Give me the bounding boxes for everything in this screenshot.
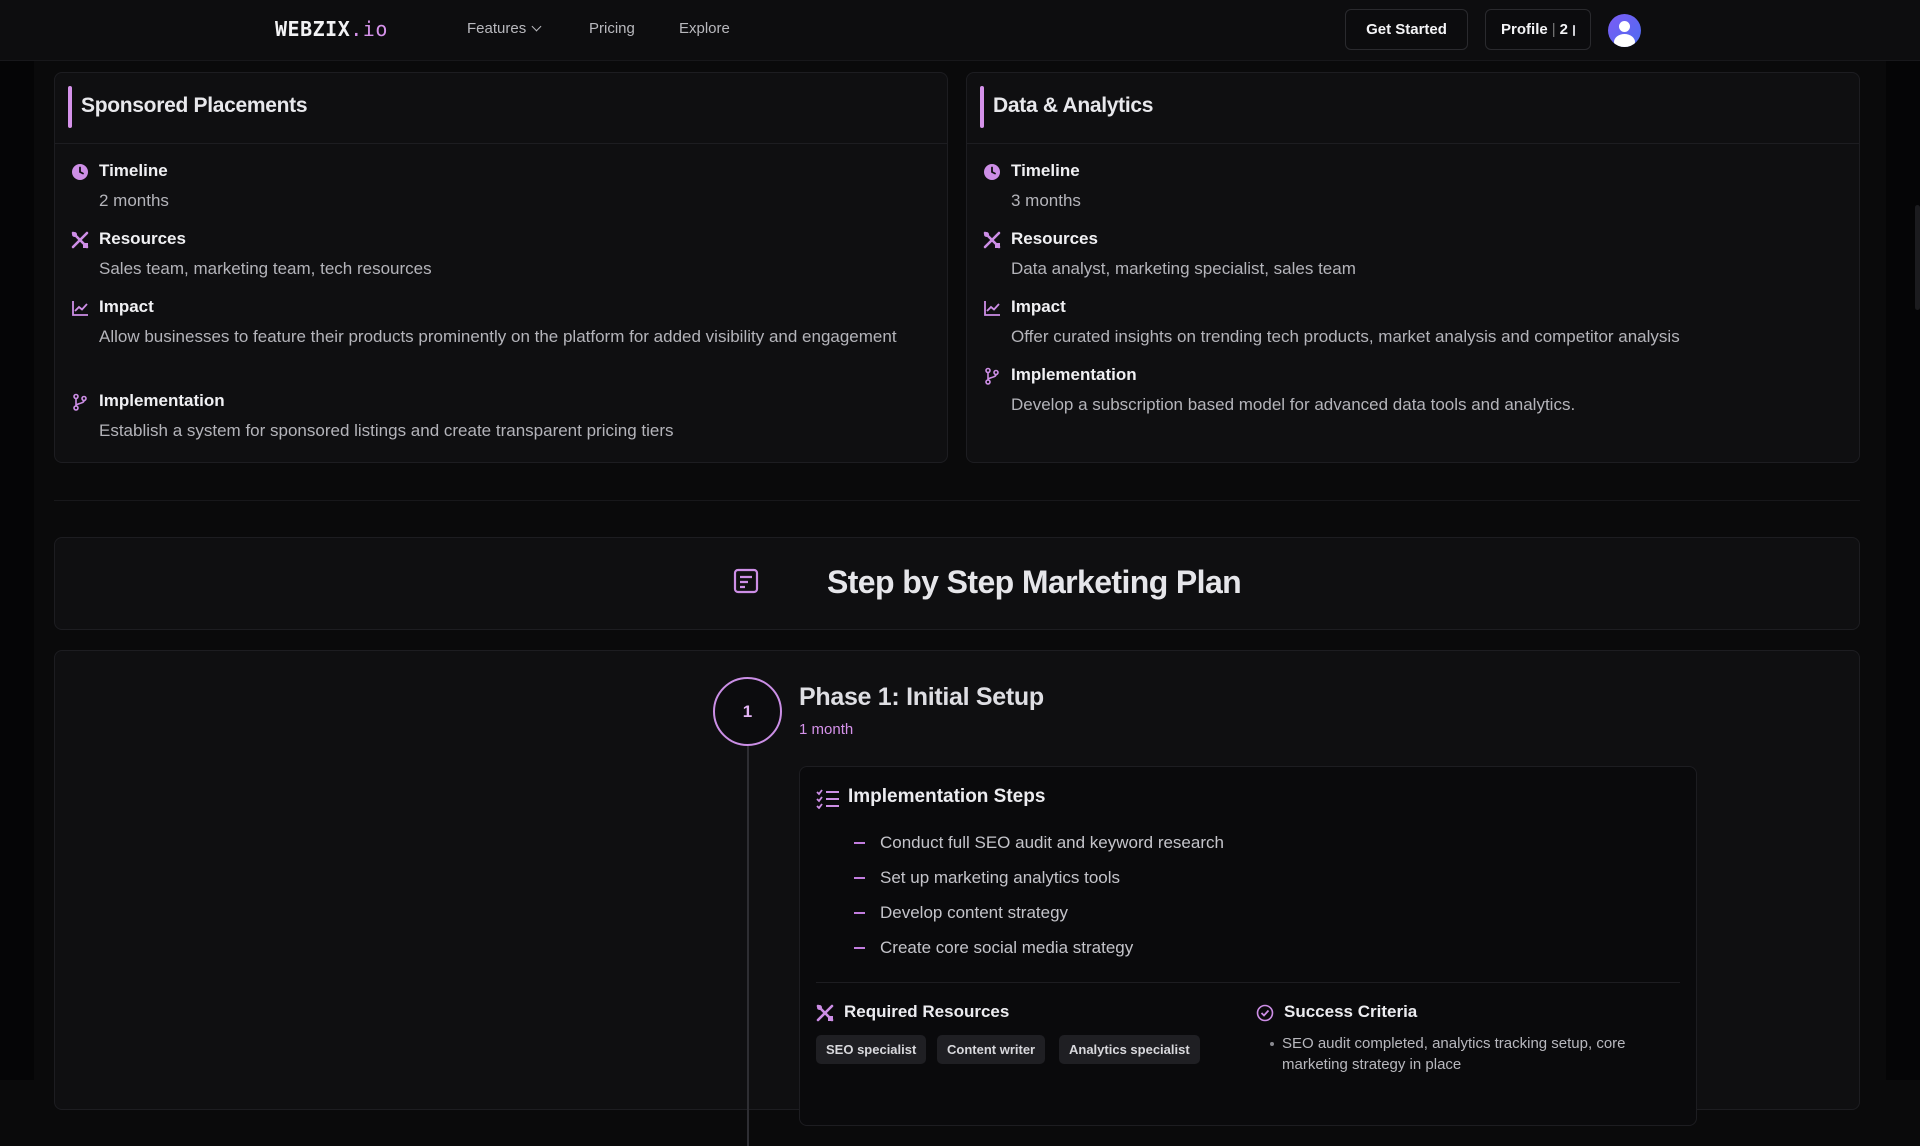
resource-tag: SEO specialist [816,1035,927,1064]
logo-accent: .io [350,17,388,41]
sponsored-placements-card: Sponsored Placements Timeline 2 months R… [54,72,948,463]
tools-icon [816,1004,834,1022]
dash-icon [854,947,865,949]
tools-icon [71,231,89,249]
profile-count: 2 [1559,21,1568,38]
card-accent-bar [980,86,984,128]
item-text: Establish a system for sponsored listing… [99,421,674,440]
resource-tag: Analytics specialist [1059,1035,1200,1064]
implementation-steps-card: Implementation Steps Conduct full SEO au… [799,766,1697,1126]
phase-number: 1 [742,701,753,721]
step-text: Develop content strategy [880,903,1069,922]
item-text: Offer curated insights on trending tech … [1011,327,1680,346]
avatar[interactable] [1608,14,1641,47]
phase-section: 1 Phase 1: Initial Setup 1 month Impleme… [54,650,1860,1146]
card-title: Sponsored Placements [81,94,308,117]
check-circle-icon [1256,1004,1274,1022]
list-item: Set up marketing analytics tools [854,868,1120,888]
clock-icon [72,164,88,180]
card-title: Data & Analytics [993,94,1154,117]
clock-icon [984,164,1000,180]
card-accent-bar [68,86,72,128]
success-criteria-title: Success Criteria [1284,1002,1418,1021]
item-text: 3 months [1011,191,1081,210]
steps-title: Implementation Steps [848,786,1046,807]
profile-separator: | [1551,21,1556,38]
item-label: Implementation [1011,365,1137,384]
item-label: Timeline [99,161,168,180]
chart-icon [72,301,88,316]
nav-features[interactable]: Features [467,20,542,37]
phase-duration: 1 month [799,721,854,738]
step-text: Set up marketing analytics tools [880,868,1121,887]
plan-title: Step by Step Marketing Plan [827,564,1242,600]
nav-explore[interactable]: Explore [679,20,730,37]
section-divider [54,500,1860,501]
nav-features-label: Features [467,20,527,37]
checklist-icon [816,789,839,809]
profile-button[interactable]: Profile | 2 [1485,9,1591,50]
phase-title: Phase 1: Initial Setup [799,683,1044,711]
logo[interactable]: WEBZIX.io [275,17,388,41]
list-item: Conduct full SEO audit and keyword resea… [854,833,1224,853]
dash-icon [854,912,865,914]
right-gutter [1886,0,1920,1080]
timeline-line [747,746,749,1146]
marketing-plan-header: Step by Step Marketing Plan [54,537,1860,630]
resource-tag: Content writer [937,1035,1046,1064]
profile-label: Profile [1501,21,1548,38]
chevron-down-icon [531,21,542,32]
nav-pricing[interactable]: Pricing [589,20,635,37]
branch-icon [73,393,87,411]
list-item: Create core social media strategy [854,938,1133,958]
criteria-item: SEO audit completed, analytics tracking … [1270,1033,1690,1075]
item-text: Data analyst, marketing specialist, sale… [1011,259,1356,278]
required-resources-title: Required Resources [844,1002,1010,1021]
step-text: Create core social media strategy [880,938,1134,957]
item-text: 2 months [99,191,169,210]
dash-icon [854,877,865,879]
steps-divider [816,982,1680,983]
logo-main: WEBZIX [275,17,351,41]
item-text: Sales team, marketing team, tech resourc… [99,259,432,278]
document-icon [733,568,759,594]
get-started-button[interactable]: Get Started [1345,9,1468,50]
page: WEBZIX.io Features Pricing Explore Get S… [0,0,1920,1146]
step-text: Conduct full SEO audit and keyword resea… [880,833,1224,852]
top-navbar: WEBZIX.io Features Pricing Explore Get S… [0,0,1920,61]
data-analytics-card: Data & Analytics Timeline 3 months Resou… [966,72,1860,463]
item-label: Impact [99,297,154,316]
item-label: Resources [1011,229,1098,248]
item-label: Implementation [99,391,225,410]
database-icon [1572,25,1575,36]
dash-icon [854,842,865,844]
item-label: Resources [99,229,186,248]
item-text: Allow businesses to feature their produc… [99,327,897,346]
left-gutter [0,0,34,1080]
card-header: Sponsored Placements [55,73,947,144]
item-text: Develop a subscription based model for a… [1011,395,1576,414]
list-item: Develop content strategy [854,903,1068,923]
card-header: Data & Analytics [967,73,1859,144]
phase-number-badge: 1 [713,677,782,746]
chart-icon [984,301,1000,316]
item-label: Timeline [1011,161,1080,180]
tools-icon [983,231,1001,249]
branch-icon [985,367,999,385]
scrollbar-thumb[interactable] [1915,205,1920,310]
item-label: Impact [1011,297,1066,316]
